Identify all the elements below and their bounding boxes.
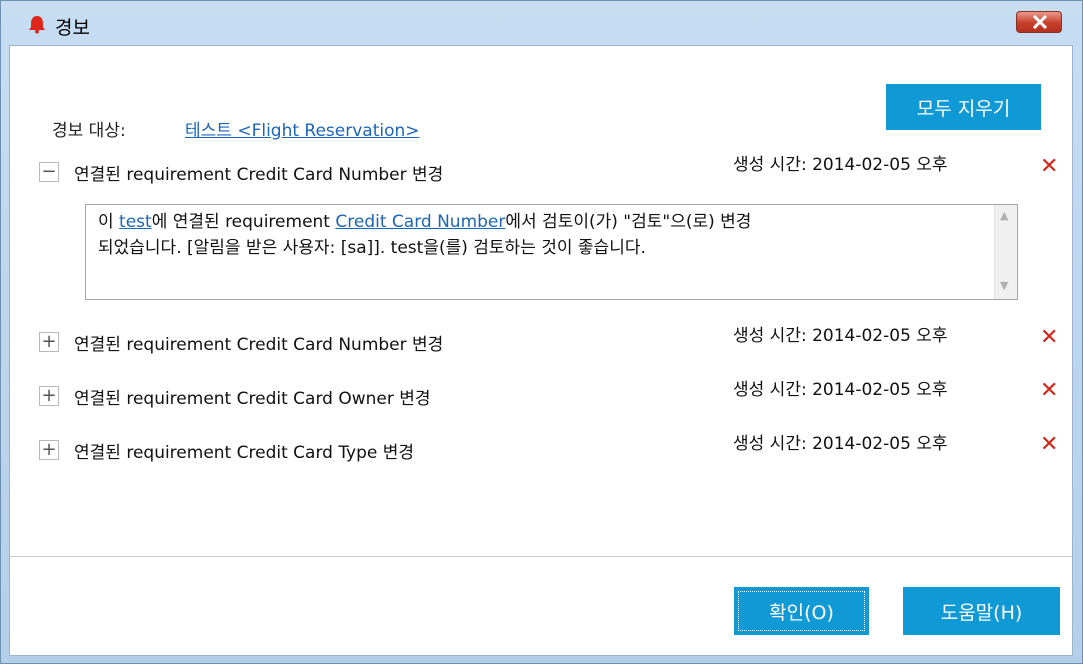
collapse-toggle[interactable]: − — [39, 162, 59, 182]
detail-text-suffix: 에서 검토이(가) "검토"으(로) 변경 — [505, 212, 752, 232]
alert-created-time: 생성 시간: 2014-02-05 오후 — [733, 434, 948, 454]
bell-icon — [29, 16, 45, 34]
clear-all-button[interactable]: 모두 지우기 — [886, 84, 1041, 130]
title-bar[interactable]: 경보 — [1, 1, 1082, 45]
alert-created-time: 생성 시간: 2014-02-05 오후 — [733, 326, 948, 346]
delete-icon[interactable]: ✕ — [1040, 156, 1058, 178]
scroll-down-arrow-icon[interactable]: ▼ — [1000, 279, 1008, 292]
scroll-up-arrow-icon[interactable]: ▲ — [1000, 209, 1008, 222]
detail-link-requirement[interactable]: Credit Card Number — [335, 212, 505, 232]
expand-toggle[interactable]: + — [39, 386, 59, 406]
alert-title: 연결된 requirement Credit Card Owner 변경 — [74, 389, 431, 409]
footer-divider — [10, 556, 1072, 557]
alert-title: 연결된 requirement Credit Card Number 변경 — [74, 335, 444, 355]
alert-created-time: 생성 시간: 2014-02-05 오후 — [733, 380, 948, 400]
help-button[interactable]: 도움말(H) — [903, 587, 1060, 635]
alert-detail-textbox[interactable]: 이 test에 연결된 requirement Credit Card Numb… — [85, 204, 1018, 300]
delete-icon[interactable]: ✕ — [1040, 434, 1058, 456]
detail-link-test[interactable]: test — [119, 212, 152, 232]
detail-line-2: 되었습니다. [알림을 받은 사용자: [sa]]. test을(를) 검토하는… — [98, 238, 646, 258]
alert-detail-text: 이 test에 연결된 requirement Credit Card Numb… — [98, 209, 953, 261]
alert-created-time: 생성 시간: 2014-02-05 오후 — [733, 155, 948, 175]
alert-dialog: 경보 모두 지우기 경보 대상: 테스트 <Flight Reservation… — [0, 0, 1083, 664]
close-icon — [1032, 15, 1048, 29]
alert-target-link[interactable]: 테스트 <Flight Reservation> — [185, 116, 420, 141]
expand-toggle[interactable]: + — [39, 440, 59, 460]
ok-button[interactable]: 확인(O) — [734, 587, 869, 635]
window-title: 경보 — [55, 17, 90, 39]
alert-target-label: 경보 대상: — [52, 121, 126, 141]
delete-icon[interactable]: ✕ — [1040, 327, 1058, 349]
detail-text-prefix: 이 — [98, 212, 120, 232]
detail-line-1: 이 test에 연결된 requirement Credit Card Numb… — [98, 209, 953, 235]
delete-icon[interactable]: ✕ — [1040, 380, 1058, 402]
alert-title: 연결된 requirement Credit Card Number 변경 — [74, 165, 444, 185]
detail-text-mid: 에 연결된 requirement — [151, 212, 336, 232]
detail-scrollbar[interactable]: ▲ ▼ — [994, 205, 1017, 299]
focus-rectangle — [738, 591, 865, 631]
close-button[interactable] — [1016, 11, 1062, 33]
dialog-body: 모두 지우기 경보 대상: 테스트 <Flight Reservation> −… — [9, 45, 1073, 656]
alert-title: 연결된 requirement Credit Card Type 변경 — [74, 443, 415, 463]
expand-toggle[interactable]: + — [39, 332, 59, 352]
